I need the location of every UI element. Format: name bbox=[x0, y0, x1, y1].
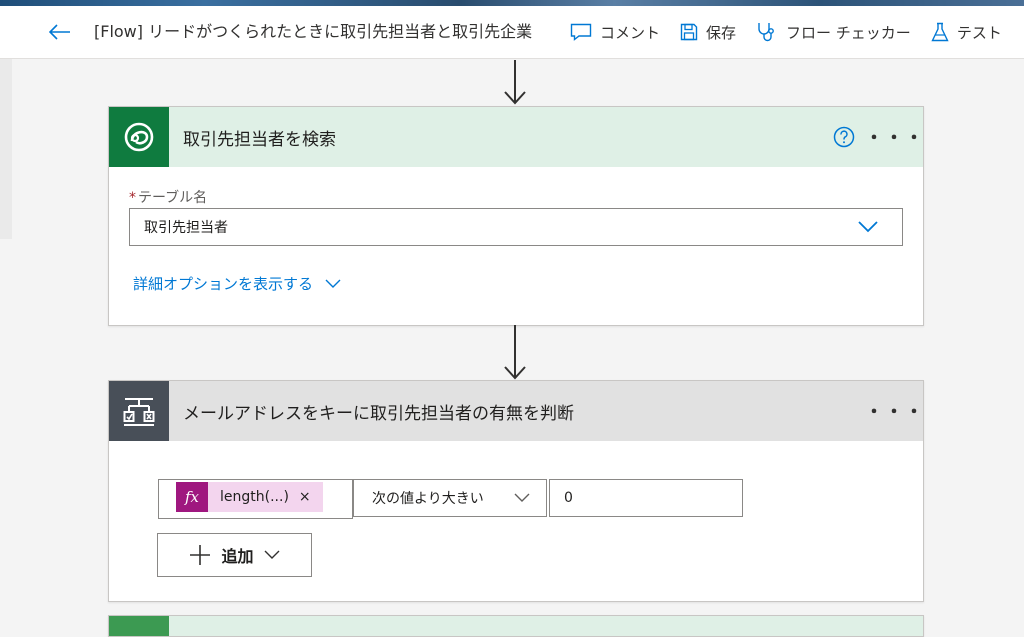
help-button[interactable] bbox=[831, 124, 857, 150]
more-options-button[interactable]: ・・・ bbox=[865, 398, 923, 424]
flow-title: [Flow] リードがつくられたときに取引先担当者と取引先企業 bbox=[94, 22, 533, 41]
flask-icon bbox=[931, 22, 949, 42]
back-button[interactable] bbox=[44, 18, 76, 46]
save-label: 保存 bbox=[706, 23, 737, 42]
plus-icon bbox=[190, 545, 211, 565]
show-advanced-options-link[interactable]: 詳細オプションを表示する bbox=[133, 273, 341, 294]
table-name-dropdown[interactable]: 取引先担当者 bbox=[129, 208, 903, 246]
operator-value: 次の値より大きい bbox=[372, 491, 484, 507]
comment-icon bbox=[570, 23, 592, 41]
step-title: 取引先担当者を検索 bbox=[183, 129, 336, 150]
more-options-button[interactable]: ・・・ bbox=[865, 124, 923, 150]
test-label: テスト bbox=[956, 23, 1002, 42]
condition-value: 0 bbox=[564, 490, 573, 506]
condition-icon bbox=[123, 398, 155, 426]
chevron-down-icon bbox=[514, 493, 530, 502]
table-name-label-text: テーブル名 bbox=[138, 190, 208, 206]
command-bar: [Flow] リードがつくられたときに取引先担当者と取引先企業 コメント 保存 … bbox=[0, 6, 1024, 59]
step-card-find-contact: 取引先担当者を検索 ・・・ * テーブル名 取引先担当者 詳細オプションを表示する bbox=[108, 106, 924, 326]
remove-token-button[interactable]: × bbox=[299, 489, 311, 505]
step-icon-box bbox=[109, 616, 169, 636]
expression-token[interactable]: fx length(...) × bbox=[176, 482, 323, 512]
operator-dropdown[interactable]: 次の値より大きい bbox=[353, 479, 547, 517]
add-condition-button[interactable]: 追加 bbox=[157, 533, 312, 577]
comment-label: コメント bbox=[600, 23, 661, 42]
chevron-down-icon bbox=[325, 279, 341, 288]
dataverse-icon bbox=[124, 122, 154, 152]
connector-arrow-icon bbox=[504, 325, 526, 380]
test-button[interactable]: テスト bbox=[921, 14, 1012, 50]
add-condition-label: 追加 bbox=[221, 547, 254, 566]
step-card-condition: メールアドレスをキーに取引先担当者の有無を判断 ・・・ fx length(..… bbox=[108, 380, 924, 602]
show-advanced-options-label: 詳細オプションを表示する bbox=[133, 275, 314, 293]
command-actions: コメント 保存 フロー チェッカー テスト bbox=[560, 14, 1012, 50]
stethoscope-icon bbox=[758, 23, 774, 42]
save-button[interactable]: 保存 bbox=[670, 14, 746, 50]
connector-arrow-icon bbox=[504, 60, 526, 105]
step-title: メールアドレスをキーに取引先担当者の有無を判断 bbox=[183, 403, 574, 424]
step-header[interactable]: 取引先担当者を検索 ・・・ bbox=[109, 107, 923, 167]
chevron-down-icon bbox=[264, 550, 279, 559]
table-name-value: 取引先担当者 bbox=[144, 220, 228, 236]
chevron-down-icon bbox=[858, 221, 878, 233]
save-icon bbox=[680, 23, 698, 41]
step-icon-box bbox=[109, 381, 169, 441]
canvas-left-edge bbox=[0, 59, 12, 239]
flow-checker-label: フロー チェッカー bbox=[786, 23, 911, 42]
expression-token-label: length(...) bbox=[220, 489, 289, 505]
condition-right-operand[interactable]: 0 bbox=[549, 479, 743, 517]
step-icon-box bbox=[109, 107, 169, 167]
arrow-left-icon bbox=[49, 24, 70, 40]
comment-button[interactable]: コメント bbox=[560, 14, 670, 50]
help-icon bbox=[833, 126, 855, 148]
table-name-label: * テーブル名 bbox=[129, 187, 207, 207]
fx-icon: fx bbox=[176, 482, 208, 512]
step-header[interactable]: メールアドレスをキーに取引先担当者の有無を判断 ・・・ bbox=[109, 381, 923, 441]
flow-checker-button[interactable]: フロー チェッカー bbox=[746, 14, 921, 50]
step-card-next bbox=[108, 615, 924, 637]
required-mark: * bbox=[129, 190, 136, 206]
